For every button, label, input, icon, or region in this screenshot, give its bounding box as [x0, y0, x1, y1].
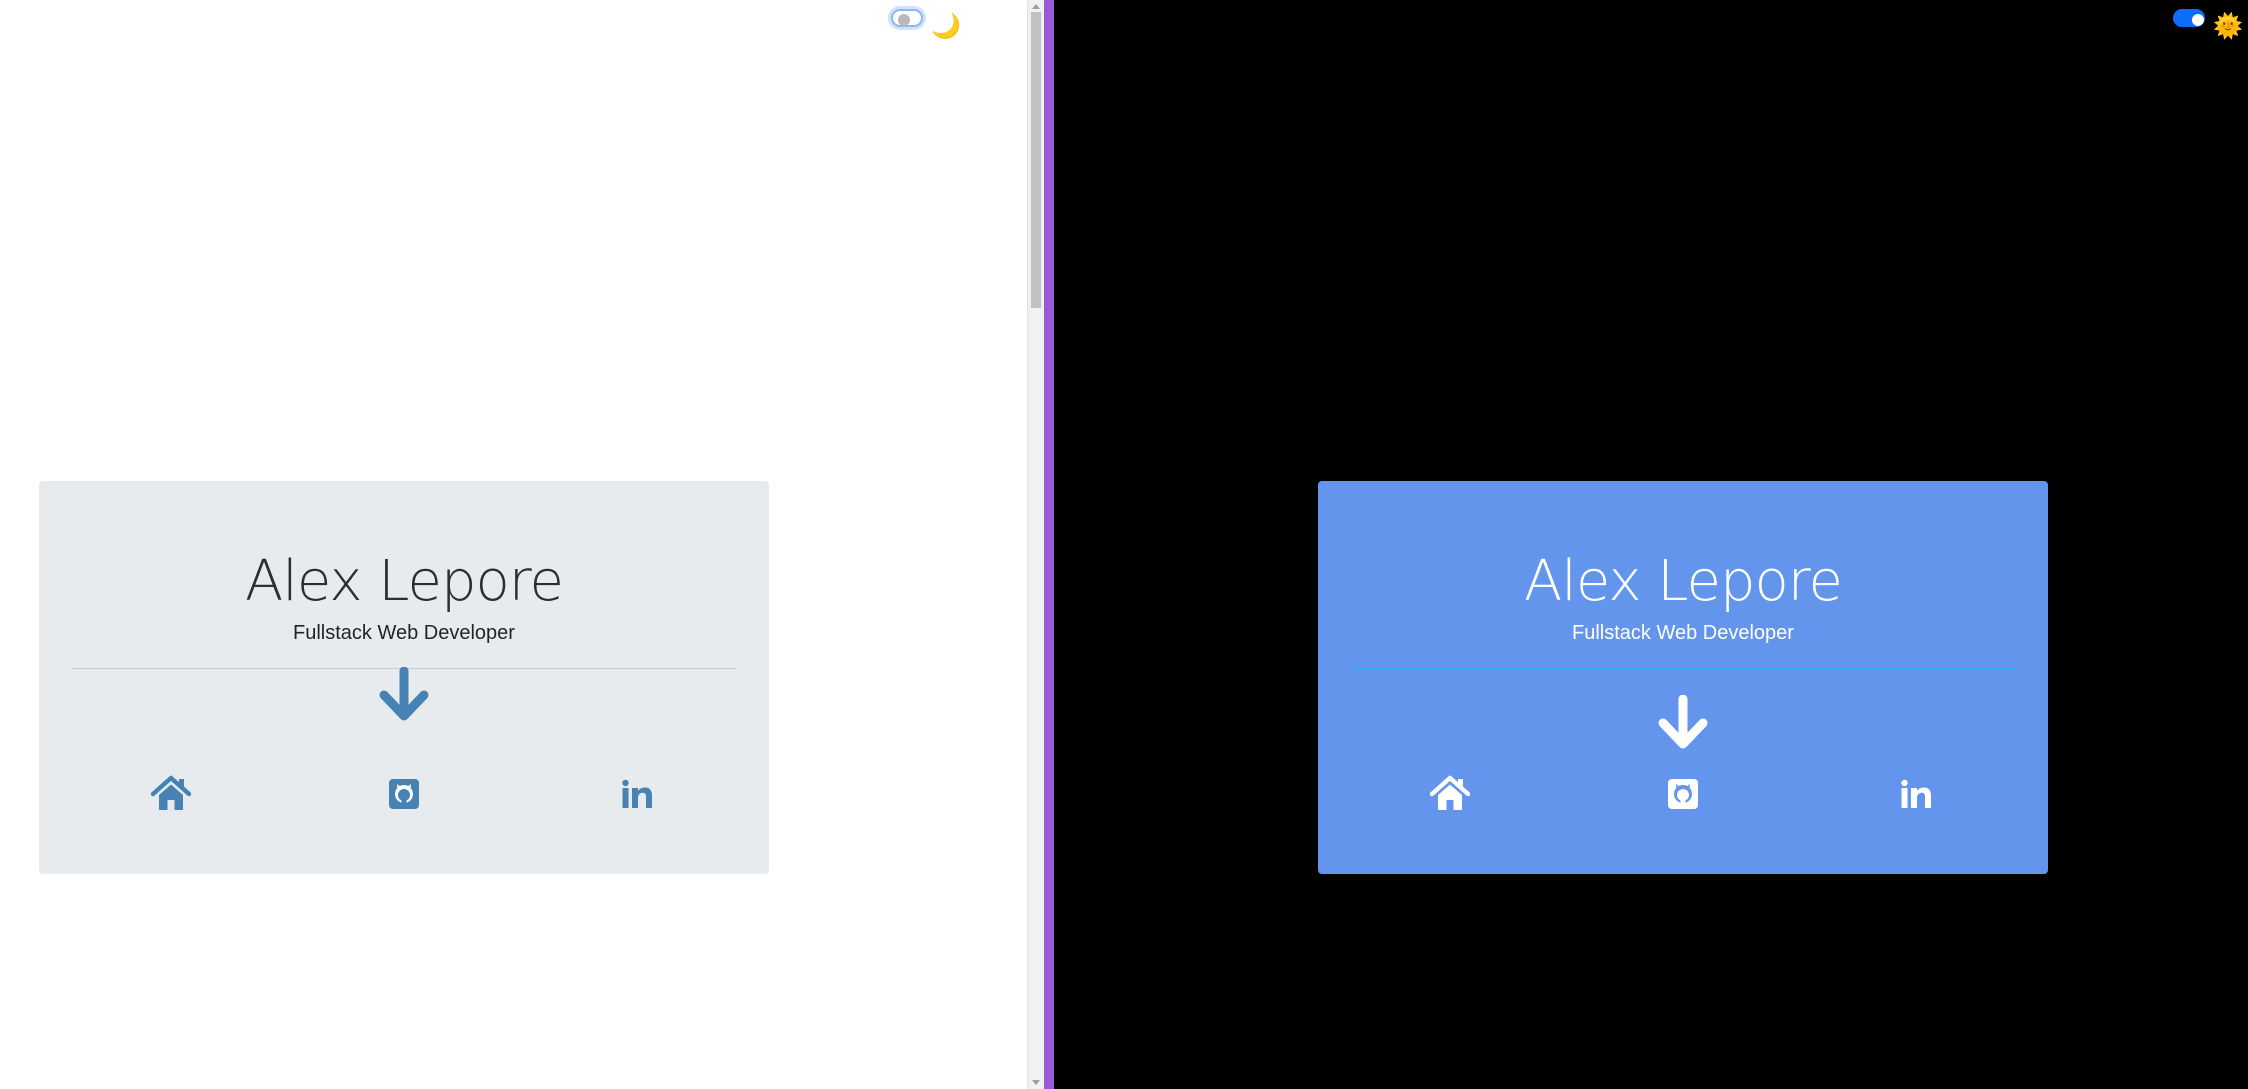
crescent-moon-icon: 🌙	[931, 13, 961, 40]
linkedin-link[interactable]	[617, 774, 657, 814]
dark-theme-panel: 🌞 Alex Lepore Fullstack Web Developer	[1054, 0, 2248, 1089]
light-theme-panel: 🌙 Alex Lepore Fullstack Web Developer	[0, 0, 1027, 1089]
toggle-track[interactable]	[891, 9, 923, 27]
scroll-up-arrow-icon[interactable]	[1032, 4, 1040, 9]
github-icon	[1668, 779, 1698, 809]
home-icon	[151, 775, 191, 810]
home-link[interactable]	[151, 774, 191, 814]
home-icon	[1430, 775, 1470, 810]
home-link[interactable]	[1430, 774, 1470, 814]
scroll-down-arrow-icon[interactable]	[1032, 1080, 1040, 1085]
linkedin-link[interactable]	[1896, 774, 1936, 814]
github-link[interactable]	[384, 774, 424, 814]
toggle-track[interactable]	[2173, 9, 2205, 27]
scroll-thumb[interactable]	[1031, 12, 1041, 308]
card-divider	[1351, 668, 2015, 669]
arrow-down-icon[interactable]	[1657, 695, 1709, 751]
sun-icon: 🌞	[2213, 13, 2243, 40]
split-view-divider[interactable]	[1044, 0, 1054, 1089]
github-link[interactable]	[1663, 774, 1703, 814]
profile-role: Fullstack Web Developer	[293, 622, 515, 644]
profile-name: Alex Lepore	[245, 549, 564, 614]
linkedin-icon	[1901, 779, 1931, 808]
profile-card: Alex Lepore Fullstack Web Developer	[39, 481, 769, 874]
linkedin-icon	[622, 779, 652, 808]
vertical-scrollbar[interactable]	[1027, 0, 1044, 1089]
toggle-knob	[2192, 14, 2204, 26]
arrow-down-icon[interactable]	[378, 667, 430, 723]
profile-role: Fullstack Web Developer	[1572, 622, 1794, 644]
toggle-knob	[898, 14, 910, 26]
profile-card: Alex Lepore Fullstack Web Developer	[1318, 481, 2048, 874]
github-icon	[389, 779, 419, 809]
profile-name: Alex Lepore	[1524, 549, 1843, 614]
